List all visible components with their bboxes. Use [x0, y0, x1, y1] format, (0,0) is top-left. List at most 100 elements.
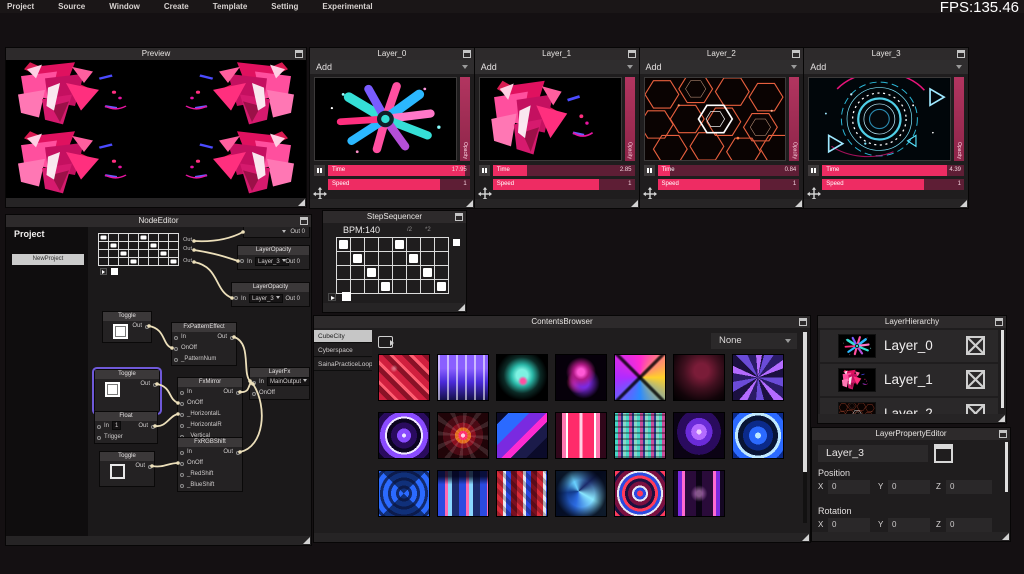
- window-icon[interactable]: [295, 50, 303, 58]
- node-title[interactable]: Toggle: [103, 312, 151, 321]
- window-icon[interactable]: [957, 50, 965, 58]
- node-layeropacity-1[interactable]: LayerOpacityInLayer_3Out 0: [238, 246, 309, 269]
- pause-button[interactable]: [479, 165, 490, 176]
- sidebar-item-newproject[interactable]: NewProject: [12, 254, 84, 265]
- output-port[interactable]: [145, 325, 149, 329]
- bpm-double-button[interactable]: *2: [425, 227, 431, 233]
- speed-slider[interactable]: Speed1: [493, 179, 635, 190]
- layer-thumbnail[interactable]: [479, 77, 622, 161]
- input-port[interactable]: [97, 436, 101, 440]
- position-z-input[interactable]: 0: [946, 480, 992, 494]
- delete-layer-button[interactable]: [966, 404, 985, 414]
- input-port[interactable]: [180, 451, 184, 455]
- output-select[interactable]: MainOutput: [267, 377, 309, 386]
- opacity-slider[interactable]: Opacity: [625, 77, 635, 161]
- add-effect-dropdown[interactable]: Add: [804, 60, 968, 74]
- window-toggle-icon[interactable]: [934, 444, 953, 463]
- thumbnail-blue-diamond[interactable]: [732, 412, 784, 459]
- input-port[interactable]: [174, 358, 178, 362]
- input-port[interactable]: [180, 413, 184, 417]
- node-layerfx[interactable]: LayerFxInMainOutputOnOff: [250, 368, 309, 399]
- layer-thumbnail[interactable]: [644, 77, 787, 161]
- target-layer-select[interactable]: None: [711, 333, 797, 349]
- resize-handle[interactable]: [631, 200, 638, 207]
- node-editor-header[interactable]: NodeEditor: [6, 215, 311, 227]
- input-port[interactable]: [97, 425, 101, 429]
- output-port[interactable]: [236, 391, 240, 395]
- node-title[interactable]: FxMirror: [178, 378, 242, 387]
- input-port[interactable]: [240, 259, 244, 263]
- thumbnail-orange-mandala[interactable]: [437, 412, 489, 459]
- speed-slider[interactable]: Speed1: [328, 179, 470, 190]
- output-port[interactable]: [236, 451, 240, 455]
- bpm-label[interactable]: BPM:140: [343, 225, 380, 235]
- menu-item-window[interactable]: Window: [109, 2, 140, 11]
- window-icon[interactable]: [628, 50, 636, 58]
- speed-slider[interactable]: Speed1: [658, 179, 800, 190]
- node-stepsequencer[interactable]: [98, 233, 179, 271]
- thumbnail-violet-lights[interactable]: [437, 354, 489, 401]
- hierarchy-scrollbar[interactable]: [1001, 330, 1004, 408]
- add-effect-dropdown[interactable]: Add: [640, 60, 804, 74]
- layer-select[interactable]: Layer_3: [249, 294, 283, 303]
- add-effect-dropdown[interactable]: Add: [475, 60, 639, 74]
- window-icon[interactable]: [995, 318, 1003, 326]
- layer-select[interactable]: Layer_3: [255, 257, 289, 266]
- property-scrollbar[interactable]: [1005, 442, 1008, 492]
- layer-thumbnail[interactable]: [314, 77, 457, 161]
- menu-item-template[interactable]: Template: [213, 2, 248, 11]
- window-icon[interactable]: [792, 50, 800, 58]
- menu-item-project[interactable]: Project: [7, 2, 34, 11]
- layer-panel-header[interactable]: Layer_3: [804, 48, 968, 60]
- thumbnail-pink-columns[interactable]: [555, 412, 607, 459]
- resize-handle[interactable]: [458, 304, 465, 311]
- resize-handle[interactable]: [303, 537, 310, 544]
- time-slider[interactable]: Time4.39: [822, 165, 964, 176]
- resize-handle[interactable]: [960, 200, 967, 207]
- node-title[interactable]: LayerOpacity: [232, 283, 309, 292]
- thumbnail-magenta-splash[interactable]: [555, 354, 607, 401]
- node-toggle-3[interactable]: ToggleOut: [100, 452, 154, 486]
- node-title[interactable]: Toggle: [100, 452, 154, 461]
- node-step-indicator[interactable]: [111, 268, 118, 275]
- contents-browser-header[interactable]: ContentsBrowser: [314, 316, 810, 328]
- layer-hierarchy-header[interactable]: LayerHierarchy: [818, 316, 1006, 328]
- node-cut-top[interactable]: Out 0: [244, 227, 309, 237]
- resize-handle[interactable]: [802, 534, 809, 541]
- layer-property-editor-header[interactable]: LayerPropertyEditor: [812, 428, 1010, 440]
- thumbnail-red-blue-cubes[interactable]: [496, 470, 548, 517]
- node-title[interactable]: LayerOpacity: [238, 246, 309, 255]
- toggle-checkbox[interactable]: [110, 464, 125, 479]
- pause-button[interactable]: [644, 165, 655, 176]
- resize-handle[interactable]: [998, 415, 1005, 422]
- rotation-x-input[interactable]: 0: [828, 518, 870, 532]
- scrollbar-thumb[interactable]: [803, 332, 807, 472]
- sequencer-output-port[interactable]: [453, 239, 460, 246]
- position-y-input[interactable]: 0: [888, 480, 930, 494]
- time-slider[interactable]: Time2.85: [493, 165, 635, 176]
- thumbnail-neon-symmetry[interactable]: [614, 354, 666, 401]
- window-icon[interactable]: [455, 213, 463, 221]
- input-port[interactable]: [180, 424, 184, 428]
- loop-icon[interactable]: [378, 336, 393, 348]
- layer-name-input[interactable]: Layer_3: [818, 445, 928, 462]
- menu-item-create[interactable]: Create: [164, 2, 189, 11]
- delete-layer-button[interactable]: [966, 370, 985, 389]
- input-port[interactable]: [180, 391, 184, 395]
- thumbnail-purple-mosaic[interactable]: [732, 354, 784, 401]
- node-toggle-2[interactable]: ToggleOut: [95, 370, 159, 412]
- thumbnail-blue-panels[interactable]: [496, 412, 548, 459]
- node-toggle-1[interactable]: ToggleOut: [103, 312, 151, 342]
- layer-thumbnail[interactable]: [808, 77, 951, 161]
- thumbnail-dark-red-haze[interactable]: [673, 354, 725, 401]
- input-port[interactable]: [180, 402, 184, 406]
- input-port[interactable]: [234, 296, 238, 300]
- opacity-slider[interactable]: Opacity: [954, 77, 964, 161]
- thumbnail-violet-hall[interactable]: [673, 470, 725, 517]
- opacity-slider[interactable]: Opacity: [460, 77, 470, 161]
- pause-button[interactable]: [808, 165, 819, 176]
- speed-slider[interactable]: Speed1: [822, 179, 964, 190]
- menu-item-experimental[interactable]: Experimental: [322, 2, 372, 11]
- node-title[interactable]: LayerFx: [250, 368, 309, 377]
- resize-handle[interactable]: [466, 200, 473, 207]
